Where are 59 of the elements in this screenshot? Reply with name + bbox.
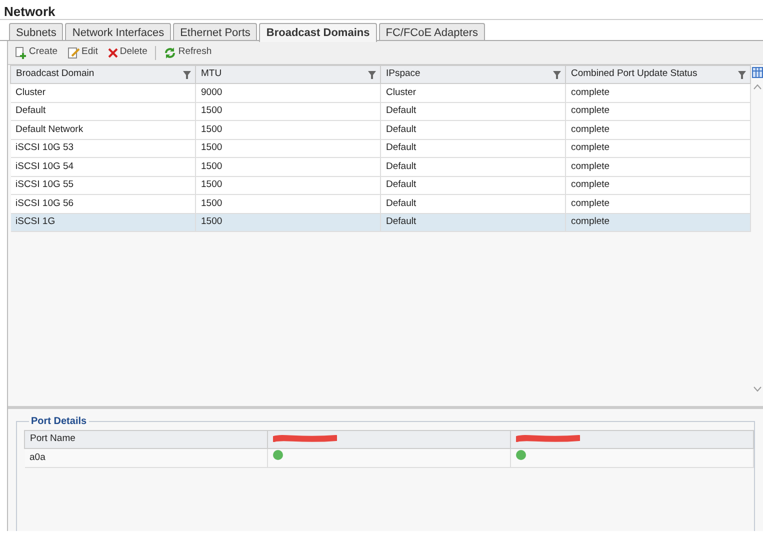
delete-button[interactable]: Delete <box>106 45 150 60</box>
table-cell: Default <box>380 194 566 213</box>
refresh-button[interactable]: Refresh <box>162 45 214 60</box>
table-cell: Cluster <box>380 84 566 102</box>
column-header[interactable]: Combined Port Update Status <box>566 66 751 84</box>
tab[interactable]: Subnets <box>9 23 64 40</box>
table-cell: Default <box>380 139 566 158</box>
table-cell: Default <box>380 102 566 120</box>
filter-icon[interactable] <box>553 71 561 79</box>
edit-button[interactable]: Edit <box>66 45 100 60</box>
table-cell: 1500 <box>196 213 380 232</box>
table-cell: complete <box>566 139 751 158</box>
tab[interactable]: FC/FCoE Adapters <box>378 23 486 40</box>
tab[interactable]: Ethernet Ports <box>173 23 258 40</box>
table-cell: Default <box>380 158 566 176</box>
column-header[interactable]: Broadcast Domain <box>10 66 196 84</box>
table-cell: 1500 <box>196 120 380 139</box>
column-header[interactable]: MTU <box>196 66 380 84</box>
filter-icon[interactable] <box>368 71 376 79</box>
table-cell: Default Network <box>10 120 196 139</box>
window-title: Network <box>0 0 763 20</box>
table-cell: iSCSI 10G 56 <box>10 194 196 213</box>
table-cell: iSCSI 10G 53 <box>10 139 196 158</box>
tab[interactable]: Broadcast Domains <box>259 23 377 42</box>
table-cell: complete <box>566 213 751 232</box>
table-cell: 1500 <box>196 176 380 194</box>
column-header[interactable]: IPspace <box>380 66 566 84</box>
table-cell: 1500 <box>196 102 380 120</box>
table-cell: 9000 <box>196 84 380 102</box>
table-cell: 1500 <box>196 158 380 176</box>
table-cell: iSCSI 1G <box>10 213 196 232</box>
table-cell: Default <box>10 102 196 120</box>
filter-icon[interactable] <box>738 71 746 79</box>
table-cell: iSCSI 10G 54 <box>10 158 196 176</box>
table-cell: Cluster <box>10 84 196 102</box>
tab[interactable]: Network Interfaces <box>65 23 172 40</box>
refresh-icon <box>164 46 176 58</box>
table-cell: Default <box>380 213 566 232</box>
edit-icon <box>68 46 80 58</box>
table-cell: complete <box>566 176 751 194</box>
table-cell: complete <box>566 194 751 213</box>
column-header: Port Name <box>24 430 268 448</box>
table-cell: 1500 <box>196 194 380 213</box>
table-cell: 1500 <box>196 139 380 158</box>
filter-icon[interactable] <box>183 71 191 79</box>
table-cell: Default <box>380 120 566 139</box>
scroll-up-icon[interactable] <box>752 84 762 90</box>
table-cell: complete <box>566 84 751 102</box>
table-cell: complete <box>566 102 751 120</box>
create-button[interactable]: Create <box>13 45 60 60</box>
table-cell: a0a <box>24 448 268 467</box>
new-document-icon <box>15 46 27 58</box>
columns-icon[interactable] <box>752 67 763 78</box>
table-cell: complete <box>566 158 751 176</box>
delete-icon <box>108 48 118 58</box>
table-cell: Default <box>380 176 566 194</box>
table-cell: iSCSI 10G 55 <box>10 176 196 194</box>
scroll-down-icon[interactable] <box>752 386 762 392</box>
table-cell: complete <box>566 120 751 139</box>
